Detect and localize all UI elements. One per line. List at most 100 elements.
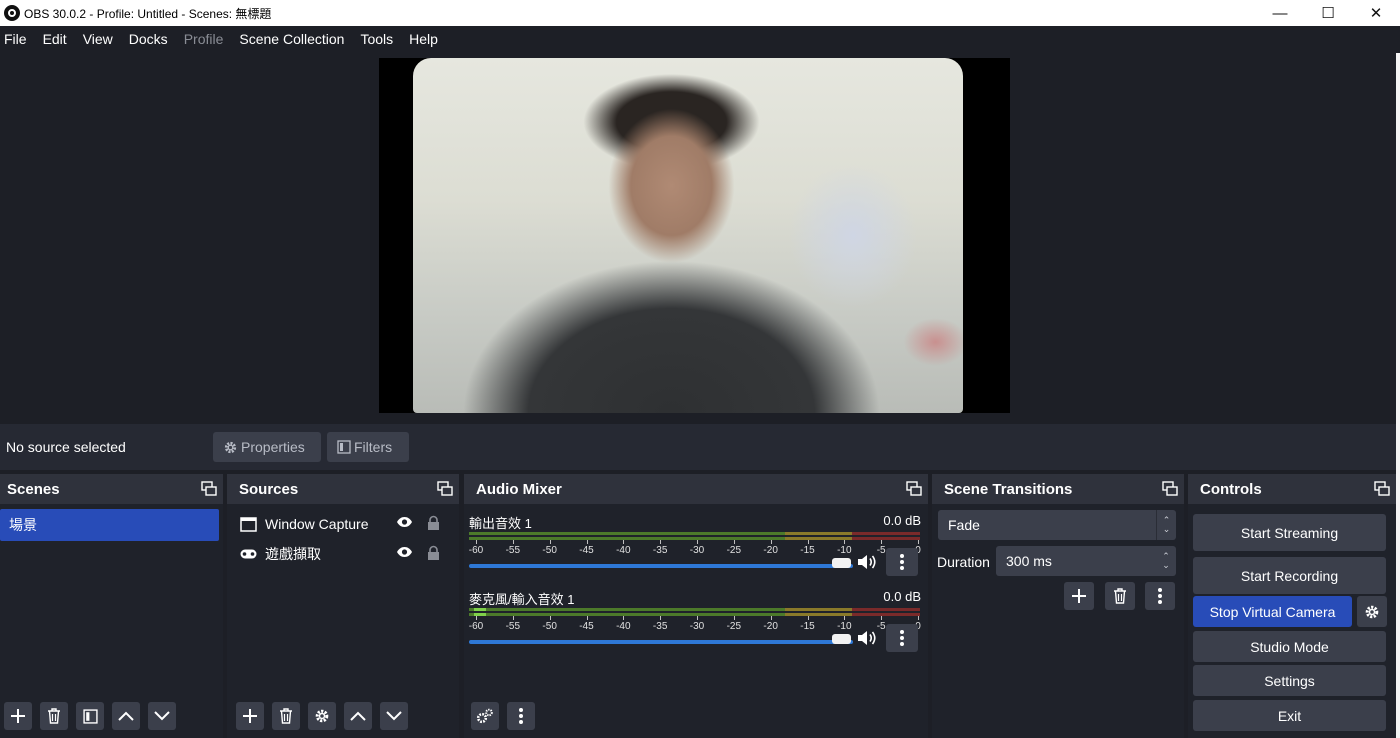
meter-zone — [469, 532, 785, 535]
tick-mark — [586, 616, 588, 620]
menu-docks[interactable]: Docks — [125, 26, 176, 53]
undock-icon[interactable] — [201, 481, 217, 496]
track-menu-button[interactable] — [886, 624, 918, 652]
transition-menu-button[interactable] — [1145, 582, 1175, 610]
tick-mark — [476, 616, 477, 620]
filter-icon — [337, 440, 351, 454]
settings-button[interactable]: Settings — [1193, 665, 1386, 696]
speaker-icon[interactable] — [857, 630, 877, 646]
mixer-menu-button[interactable] — [507, 702, 535, 730]
tick-mark — [918, 540, 919, 544]
tick-mark — [733, 616, 735, 620]
volume-slider-handle[interactable] — [832, 558, 851, 568]
tick-label: -50 — [542, 621, 557, 632]
tick-label: -55 — [505, 545, 521, 556]
tick-mark — [881, 540, 883, 544]
move-source-down-button[interactable] — [380, 702, 408, 730]
audio-mixer-header: Audio Mixer — [464, 474, 928, 504]
start-streaming-button[interactable]: Start Streaming — [1193, 514, 1386, 551]
move-source-up-button[interactable] — [344, 702, 372, 730]
menu-file[interactable]: File — [0, 26, 35, 53]
tick-label: -5 — [876, 545, 886, 556]
mixer-track: 麥克風/輸入音效 1 0.0 dB -60 -55 -50 -45 -40 -35 -30 -… — [469, 589, 923, 659]
stop-virtual-camera-button[interactable]: Stop Virtual Camera — [1193, 596, 1352, 627]
advanced-audio-button[interactable] — [471, 702, 499, 730]
menu-edit[interactable]: Edit — [39, 26, 75, 53]
add-source-button[interactable] — [236, 702, 264, 730]
menu-tools[interactable]: Tools — [356, 26, 401, 53]
undock-icon[interactable] — [437, 481, 453, 496]
window-edge — [1396, 53, 1400, 738]
filters-button[interactable]: Filters — [327, 432, 409, 462]
chevron-down-icon — [154, 711, 170, 721]
add-scene-button[interactable] — [4, 702, 32, 730]
properties-button[interactable]: Properties — [213, 432, 321, 462]
eye-icon[interactable] — [396, 516, 413, 528]
menu-view[interactable]: View — [79, 26, 121, 53]
move-scene-up-button[interactable] — [112, 702, 140, 730]
virtual-camera-settings-button[interactable] — [1357, 596, 1387, 627]
speaker-icon[interactable] — [857, 554, 877, 570]
add-transition-button[interactable] — [1064, 582, 1094, 610]
duration-spinbox[interactable]: 300 ms ⌃ ⌄ — [996, 546, 1176, 576]
tick-mark — [697, 540, 698, 544]
tick-label: -15 — [800, 545, 815, 556]
lock-icon[interactable] — [427, 515, 440, 531]
undock-icon[interactable] — [1162, 481, 1178, 496]
tick-mark — [623, 616, 625, 620]
preview-canvas[interactable] — [379, 58, 1010, 413]
camera-feed-image — [413, 58, 963, 413]
volume-meter — [469, 532, 920, 540]
undock-icon[interactable] — [906, 481, 922, 496]
more-vertical-icon — [900, 554, 904, 570]
tick-mark — [807, 616, 809, 620]
lock-icon[interactable] — [427, 545, 440, 561]
title-bar: OBS 30.0.2 - Profile: Untitled - Scenes:… — [0, 0, 1400, 26]
menu-help[interactable]: Help — [405, 26, 446, 53]
undock-icon[interactable] — [1374, 481, 1390, 496]
gears-icon — [476, 708, 493, 724]
volume-slider-handle[interactable] — [832, 634, 851, 644]
tick-mark — [770, 540, 772, 544]
menu-scene-collection[interactable]: Scene Collection — [235, 26, 352, 53]
minimize-icon[interactable]: — — [1256, 0, 1304, 26]
sources-dock: Sources Window Capture 遊戲擷取 — [227, 474, 459, 738]
volume-slider[interactable] — [469, 564, 853, 568]
updown-icon: ⌃ ⌄ — [1156, 510, 1176, 540]
scene-item[interactable]: 場景 — [0, 509, 219, 541]
window-title: OBS 30.0.2 - Profile: Untitled - Scenes:… — [24, 6, 272, 21]
tick-mark — [549, 616, 551, 620]
source-properties-button[interactable] — [308, 702, 336, 730]
tick-label: -25 — [726, 621, 742, 632]
exit-button[interactable]: Exit — [1193, 700, 1386, 731]
window-icon — [240, 516, 257, 532]
scenes-toolbar — [0, 694, 223, 738]
start-recording-button[interactable]: Start Recording — [1193, 557, 1386, 594]
track-menu-button[interactable] — [886, 548, 918, 576]
tick-label: -20 — [763, 621, 778, 632]
close-icon[interactable]: ✕ — [1352, 0, 1400, 26]
remove-source-button[interactable] — [272, 702, 300, 730]
move-scene-down-button[interactable] — [148, 702, 176, 730]
meter-zone — [469, 608, 785, 611]
source-item[interactable]: 遊戲擷取 — [227, 540, 457, 568]
source-item[interactable]: Window Capture — [227, 510, 457, 538]
spinner-icon[interactable]: ⌃ ⌄ — [1156, 546, 1176, 576]
remove-transition-button[interactable] — [1105, 582, 1135, 610]
mixer-track: 輸出音效 1 0.0 dB -60 -55 -50 -45 -40 -35 -30 -25 -2… — [469, 513, 923, 583]
scene-filters-button[interactable] — [76, 702, 104, 730]
studio-mode-button[interactable]: Studio Mode — [1193, 631, 1386, 662]
tick-label: -50 — [542, 545, 557, 556]
preview-area[interactable] — [0, 53, 1396, 423]
volume-slider[interactable] — [469, 640, 853, 644]
eye-icon[interactable] — [396, 546, 413, 558]
menu-profile[interactable]: Profile — [180, 26, 232, 53]
tick-label: -5 — [876, 621, 886, 632]
transition-select[interactable]: Fade ⌃ ⌄ — [938, 510, 1176, 540]
maximize-icon[interactable]: ☐ — [1304, 0, 1352, 26]
trash-icon — [1114, 588, 1126, 604]
remove-scene-button[interactable] — [40, 702, 68, 730]
meter-ticks: -60 -55 -50 -45 -40 -35 -30 -25 -20 -15 -10 -5 0 — [469, 616, 921, 632]
tick-mark — [476, 540, 477, 544]
controls-body: Start Streaming Start Recording Stop Vir… — [1188, 504, 1396, 738]
